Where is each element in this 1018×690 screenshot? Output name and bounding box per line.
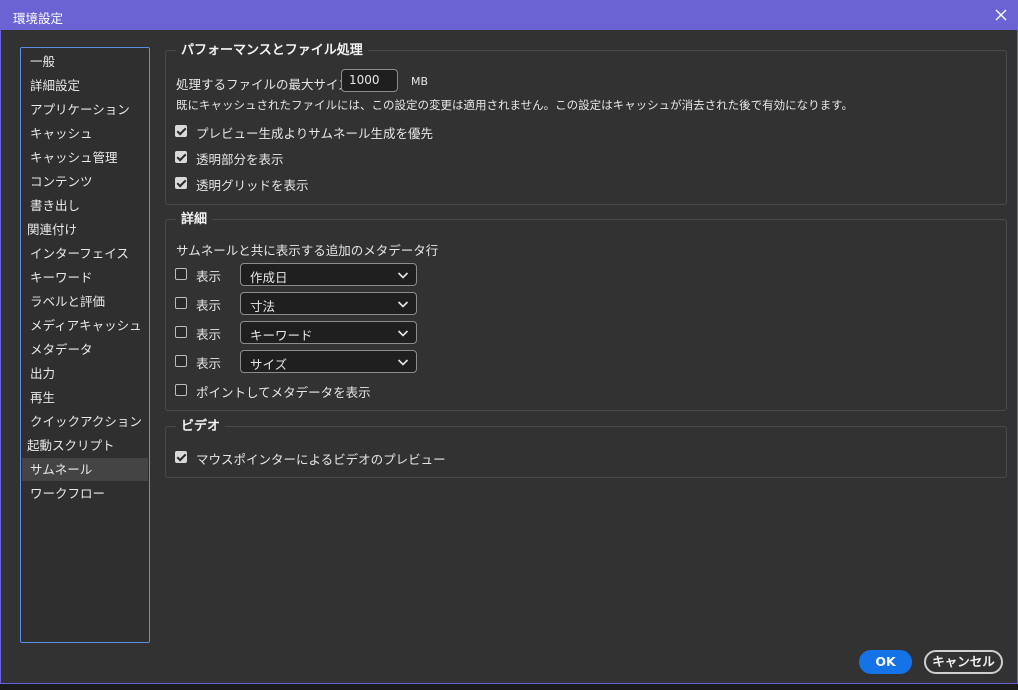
preferences-dialog: 環境設定 一般 詳細設定 アプリケーション キャッシュ キャッシュ管理 コンテン… [0,0,1018,684]
video-preview-checkbox[interactable] [175,451,187,463]
select-value: サイズ [250,357,288,372]
sidebar-item-content[interactable]: コンテンツ [22,170,148,193]
show-transparency-grid-label: 透明グリッドを表示 [196,178,309,193]
sidebar-item-label: 関連付け [27,222,78,237]
hover-metadata-checkbox[interactable] [175,384,187,396]
show-transparency-label: 透明部分を表示 [196,152,284,167]
select-value: 作成日 [250,270,288,285]
show-transparency-grid-checkbox[interactable] [175,177,187,189]
sidebar-item-media-cache[interactable]: メディアキャッシュ [22,314,148,337]
max-size-input[interactable]: 1000 [341,69,398,92]
metadata-row-3-select[interactable]: キーワード [240,321,417,344]
sidebar-item-label: キーワード [30,270,93,285]
chevron-down-icon [397,359,409,366]
sidebar-item-label: クイックアクション [30,414,142,429]
show-transparency-checkbox[interactable] [175,151,187,163]
sidebar-item-startup-scripts[interactable]: 起動スクリプト [22,434,148,457]
sidebar-item-label: 書き出し [30,198,81,213]
metadata-row-2-show-label: 表示 [196,298,222,313]
group-title-performance: パフォーマンスとファイル処理 [176,42,368,59]
sidebar-item-cache-management[interactable]: キャッシュ管理 [22,146,148,169]
sidebar-item-label: 起動スクリプト [27,438,115,453]
select-value: キーワード [250,328,313,343]
sidebar-item-label: メディアキャッシュ [30,318,142,333]
sidebar-item-label: アプリケーション [30,102,130,117]
cache-note: 既にキャッシュされたファイルには、この設定の変更は適用されません。この設定はキャ… [176,98,853,112]
sidebar-item-export[interactable]: 書き出し [22,194,148,217]
metadata-row-3-checkbox[interactable] [175,326,187,338]
prefer-thumbnail-checkbox[interactable] [175,125,187,137]
sidebar-item-label: 再生 [30,390,56,405]
dialog-title: 環境設定 [13,11,64,26]
sidebar-item-quick-actions[interactable]: クイックアクション [22,410,148,433]
sidebar-item-keywords[interactable]: キーワード [22,266,148,289]
metadata-row-4-select[interactable]: サイズ [240,350,417,373]
chevron-down-icon [397,301,409,308]
sidebar-item-metadata[interactable]: メタデータ [22,338,148,361]
title-bar: 環境設定 [1,1,1017,30]
sidebar-item-associations[interactable]: 関連付け [22,218,148,241]
chevron-down-icon [397,330,409,337]
metadata-row-2-select[interactable]: 寸法 [240,292,417,315]
chevron-down-icon [397,272,409,279]
max-size-label: 処理するファイルの最大サイズ [176,77,351,92]
sidebar-item-label: 一般 [30,54,56,69]
background-strip [0,684,1018,690]
sidebar-item-label: 出力 [30,366,56,381]
details-subtitle: サムネールと共に表示する追加のメタデータ行 [176,243,439,258]
video-preview-label: マウスポインターによるビデオのプレビュー [196,452,446,467]
sidebar-item-label: サムネール [30,462,93,477]
sidebar-item-label: ラベルと評価 [30,294,106,309]
sidebar-item-output[interactable]: 出力 [22,362,148,385]
sidebar-item-label: キャッシュ [30,126,93,141]
sidebar-item-label: コンテンツ [30,174,93,189]
sidebar-item-general[interactable]: 一般 [22,50,148,73]
sidebar-item-labels-ratings[interactable]: ラベルと評価 [22,290,148,313]
sidebar-item-advanced[interactable]: 詳細設定 [22,74,148,97]
sidebar-item-label: インターフェイス [30,246,129,261]
close-icon[interactable] [991,5,1011,25]
sidebar-item-label: 詳細設定 [30,78,81,93]
group-title-video: ビデオ [176,418,226,435]
category-list: 一般 詳細設定 アプリケーション キャッシュ キャッシュ管理 コンテンツ 書き出… [20,47,150,643]
hover-metadata-label: ポイントしてメタデータを表示 [196,385,371,400]
metadata-row-4-checkbox[interactable] [175,355,187,367]
ok-button[interactable]: OK [859,650,912,674]
metadata-row-1-show-label: 表示 [196,269,222,284]
sidebar-item-cache[interactable]: キャッシュ [22,122,148,145]
cancel-button[interactable]: キャンセル [924,650,1003,674]
prefer-thumbnail-label: プレビュー生成よりサムネール生成を優先 [196,126,434,141]
metadata-row-1-checkbox[interactable] [175,268,187,280]
sidebar-item-thumbnails[interactable]: サムネール [22,458,148,481]
sidebar-item-interface[interactable]: インターフェイス [22,242,148,265]
metadata-row-4-show-label: 表示 [196,356,222,371]
sidebar-item-playback[interactable]: 再生 [22,386,148,409]
sidebar-item-label: ワークフロー [30,486,106,501]
select-value: 寸法 [250,299,276,314]
metadata-row-2-checkbox[interactable] [175,297,187,309]
sidebar-item-applications[interactable]: アプリケーション [22,98,148,121]
group-title-details: 詳細 [176,211,213,228]
sidebar-item-label: メタデータ [30,342,93,357]
metadata-row-1-select[interactable]: 作成日 [240,263,417,286]
max-size-unit: MB [411,75,429,88]
metadata-row-3-show-label: 表示 [196,327,222,342]
sidebar-item-label: キャッシュ管理 [30,150,118,165]
sidebar-item-workflow[interactable]: ワークフロー [22,482,148,505]
